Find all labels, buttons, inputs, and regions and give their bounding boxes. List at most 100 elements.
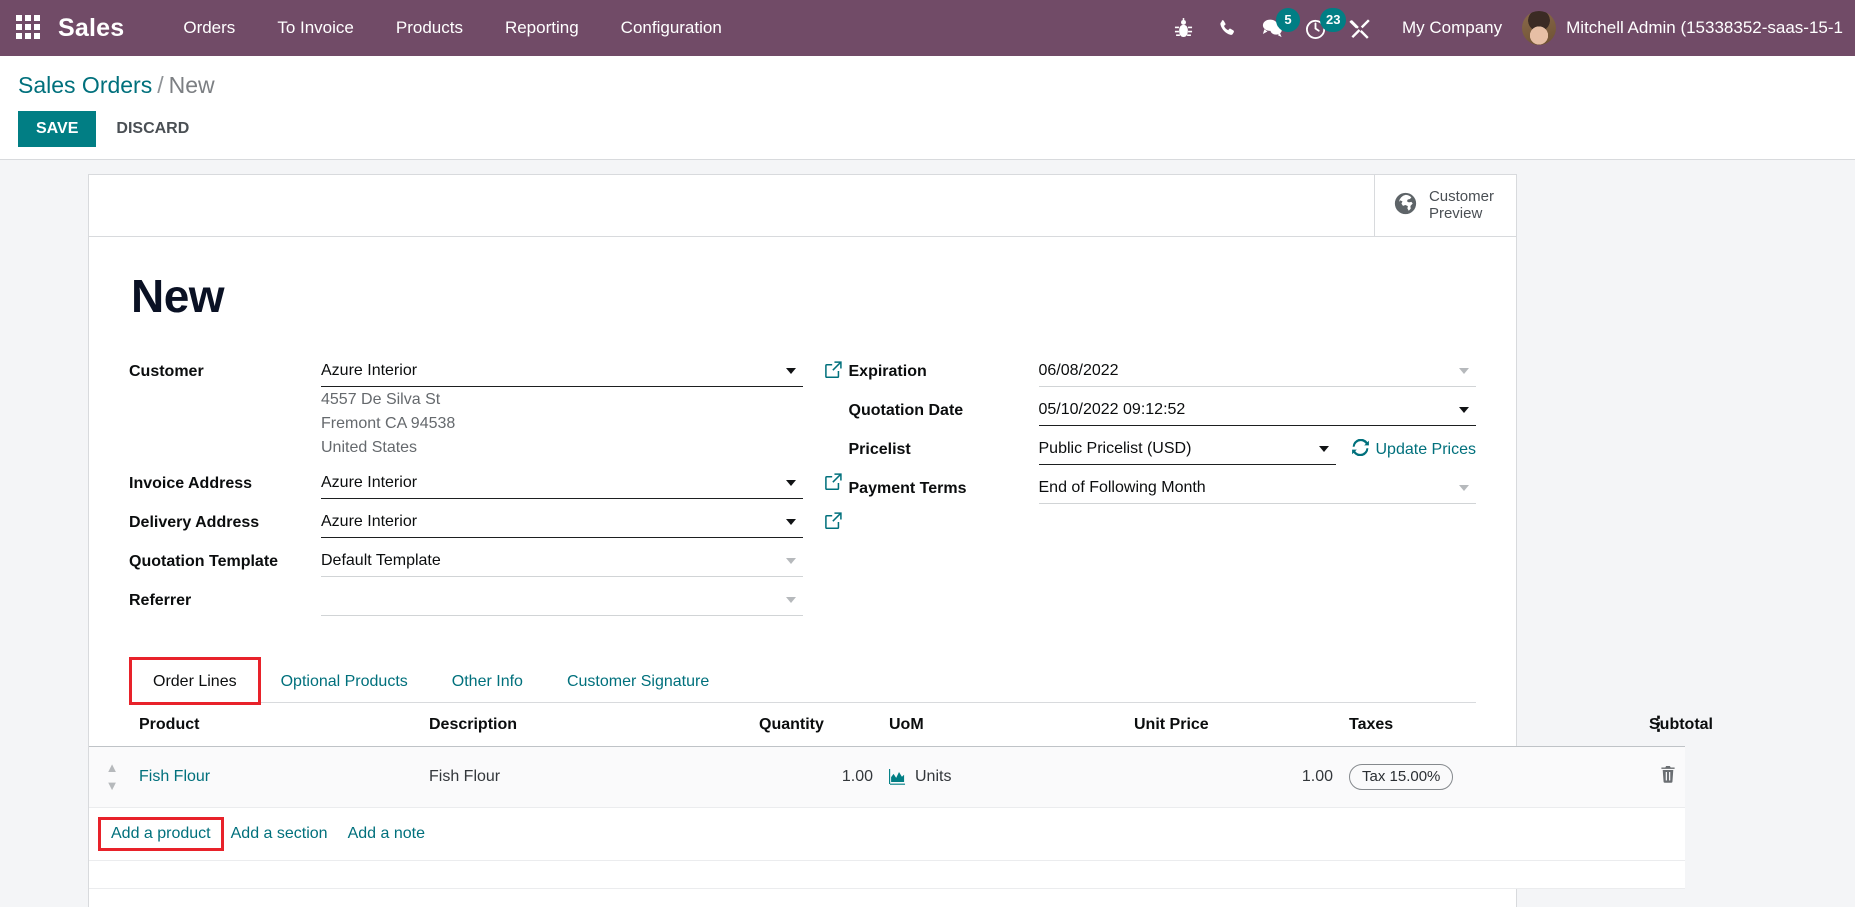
col-unit-price: Unit Price — [1126, 703, 1341, 747]
tab-other-info[interactable]: Other Info — [430, 659, 545, 703]
label-quotation-template: Quotation Template — [129, 553, 279, 570]
invoice-address-external-link-icon[interactable] — [824, 472, 843, 496]
field-row-referrer: Referrer — [129, 586, 803, 618]
pricelist-input[interactable]: Public Pricelist (USD) — [1038, 435, 1336, 465]
save-button[interactable]: SAVE — [18, 111, 97, 147]
nav-menu-configuration[interactable]: Configuration — [600, 0, 743, 56]
field-delivery-address: Azure Interior — [321, 508, 842, 538]
chevron-down-icon[interactable] — [1459, 368, 1469, 374]
user-menu[interactable]: Mitchell Admin (15338352-saas-15-1 — [1522, 11, 1855, 45]
breadcrumb-sales-orders[interactable]: Sales Orders — [18, 72, 152, 98]
customer-external-link-icon[interactable] — [824, 360, 843, 384]
cell-product-link[interactable]: Fish Flour — [139, 768, 210, 785]
refresh-icon — [1351, 438, 1369, 461]
delivery-address-external-link-icon[interactable] — [824, 511, 843, 535]
user-name-label: Mitchell Admin (15338352-saas-15-1 — [1566, 18, 1843, 37]
uom-wrapper: Units — [889, 768, 1118, 786]
customer-input[interactable]: Azure Interior — [321, 357, 803, 387]
field-pricelist: Public Pricelist (USD) Update Prices — [1038, 435, 1476, 465]
vertical-dots-icon: ⋮ — [1649, 714, 1668, 735]
add-a-product-link[interactable]: Add a product — [98, 817, 224, 851]
table-row[interactable]: ▲ ▼ Fish Flour Fish Flour 1.00 Units 1.0… — [89, 746, 1685, 808]
label-referrer: Referrer — [129, 592, 192, 609]
label-quotation-date: Quotation Date — [848, 402, 964, 419]
field-customer: Azure Interior 4557 De Silva St Fremont … — [321, 357, 842, 459]
cell-taxes[interactable]: Tax 15.00% — [1341, 746, 1641, 808]
control-panel: Sales Orders / New SAVE DISCARD — [0, 56, 1855, 160]
add-a-section-link[interactable]: Add a section — [221, 820, 338, 848]
add-a-note-link[interactable]: Add a note — [338, 820, 435, 848]
tax-chip[interactable]: Tax 15.00% — [1349, 764, 1454, 790]
chevron-down-icon[interactable] — [785, 558, 796, 564]
field-row-quotation-date: Quotation Date 05/10/2022 09:12:52 — [848, 396, 1476, 428]
invoice-address-input[interactable]: Azure Interior — [321, 469, 803, 499]
customer-preview-button[interactable]: Customer Preview — [1373, 175, 1516, 236]
customer-address-line-1: 4557 De Silva St — [321, 391, 441, 408]
cell-unit-price[interactable]: 1.00 — [1126, 746, 1341, 808]
add-links: Add a product Add a section Add a note — [97, 817, 1677, 851]
cell-product[interactable]: Fish Flour — [131, 746, 421, 808]
quotation-template-input[interactable]: Default Template — [321, 547, 803, 577]
chevron-down-icon[interactable] — [1459, 485, 1469, 491]
debug-tools-icon[interactable] — [1338, 0, 1382, 56]
delivery-address-input[interactable]: Azure Interior — [321, 508, 803, 538]
record-action-buttons: SAVE DISCARD — [18, 111, 1837, 147]
cell-delete[interactable] — [1641, 746, 1685, 808]
cell-uom[interactable]: Units — [881, 746, 1126, 808]
cell-description[interactable]: Fish Flour — [421, 746, 751, 808]
avatar — [1522, 11, 1557, 45]
chevron-down-icon[interactable] — [785, 480, 796, 486]
update-prices-button[interactable]: Update Prices — [1351, 438, 1476, 461]
chevron-down-icon[interactable] — [1459, 407, 1469, 413]
list-filler-row — [89, 860, 1685, 889]
breadcrumb-current: New — [168, 72, 215, 98]
order-lines-head: Product Description Quantity UoM Unit Pr… — [89, 703, 1713, 747]
top-navbar: Sales Orders To Invoice Products Reporti… — [0, 0, 1855, 56]
col-handle — [89, 703, 131, 747]
list-filler-cell — [89, 860, 1685, 889]
discard-button[interactable]: DISCARD — [100, 111, 205, 147]
chevron-down-icon[interactable] — [785, 519, 796, 525]
bug-icon[interactable] — [1162, 0, 1206, 56]
trash-icon[interactable] — [1660, 766, 1676, 787]
field-invoice-address: Azure Interior — [321, 469, 842, 499]
tab-order-lines[interactable]: Order Lines — [129, 657, 261, 705]
tab-customer-signature[interactable]: Customer Signature — [545, 659, 731, 703]
nav-menu-orders[interactable]: Orders — [162, 0, 256, 56]
customer-preview-label: Customer Preview — [1429, 188, 1494, 223]
tab-optional-products[interactable]: Optional Products — [259, 659, 430, 703]
form-column-left: Customer Azure Interior 4557 De Silva St — [129, 357, 842, 621]
field-row-quotation-template: Quotation Template Default Template — [129, 547, 803, 579]
nav-menu-reporting[interactable]: Reporting — [484, 0, 600, 56]
notebook: Order Lines Optional Products Other Info… — [89, 657, 1713, 889]
col-uom: UoM — [881, 703, 1126, 747]
chevron-down-icon[interactable] — [785, 368, 796, 374]
quotation-date-input[interactable]: 05/10/2022 09:12:52 — [1038, 396, 1476, 426]
drag-handle-icon[interactable]: ▲ ▼ — [106, 760, 119, 793]
cell-quantity[interactable]: 1.00 — [751, 746, 881, 808]
messages-icon[interactable]: 5 — [1250, 0, 1300, 56]
field-payment-terms: End of Following Month — [1038, 474, 1476, 504]
expiration-input[interactable]: 06/08/2022 — [1038, 357, 1476, 387]
uom-label: Units — [915, 768, 952, 785]
customer-address-line-2: Fremont CA 94538 — [321, 415, 456, 432]
pricelist-input-wrap: Public Pricelist (USD) — [1038, 435, 1336, 465]
add-row: Add a product Add a section Add a note — [89, 807, 1685, 861]
nav-menu-to-invoice[interactable]: To Invoice — [256, 0, 375, 56]
referrer-input[interactable] — [321, 586, 803, 616]
chevron-down-icon[interactable] — [785, 597, 796, 603]
chevron-down-icon[interactable] — [1318, 446, 1329, 452]
breadcrumb-separator: / — [157, 72, 164, 98]
phone-icon[interactable] — [1206, 0, 1250, 56]
apps-grid-icon[interactable] — [16, 15, 42, 41]
activities-clock-icon[interactable]: 23 — [1294, 0, 1347, 56]
label-payment-terms: Payment Terms — [848, 480, 967, 497]
label-expiration: Expiration — [848, 363, 927, 380]
nav-menu-products[interactable]: Products — [375, 0, 484, 56]
notebook-tabs: Order Lines Optional Products Other Info… — [129, 657, 1476, 705]
company-switcher[interactable]: My Company — [1382, 18, 1522, 38]
app-brand-sales[interactable]: Sales — [58, 14, 124, 43]
row-drag-handle[interactable]: ▲ ▼ — [89, 746, 131, 808]
col-quantity: Quantity — [751, 703, 881, 747]
payment-terms-input[interactable]: End of Following Month — [1038, 474, 1476, 504]
